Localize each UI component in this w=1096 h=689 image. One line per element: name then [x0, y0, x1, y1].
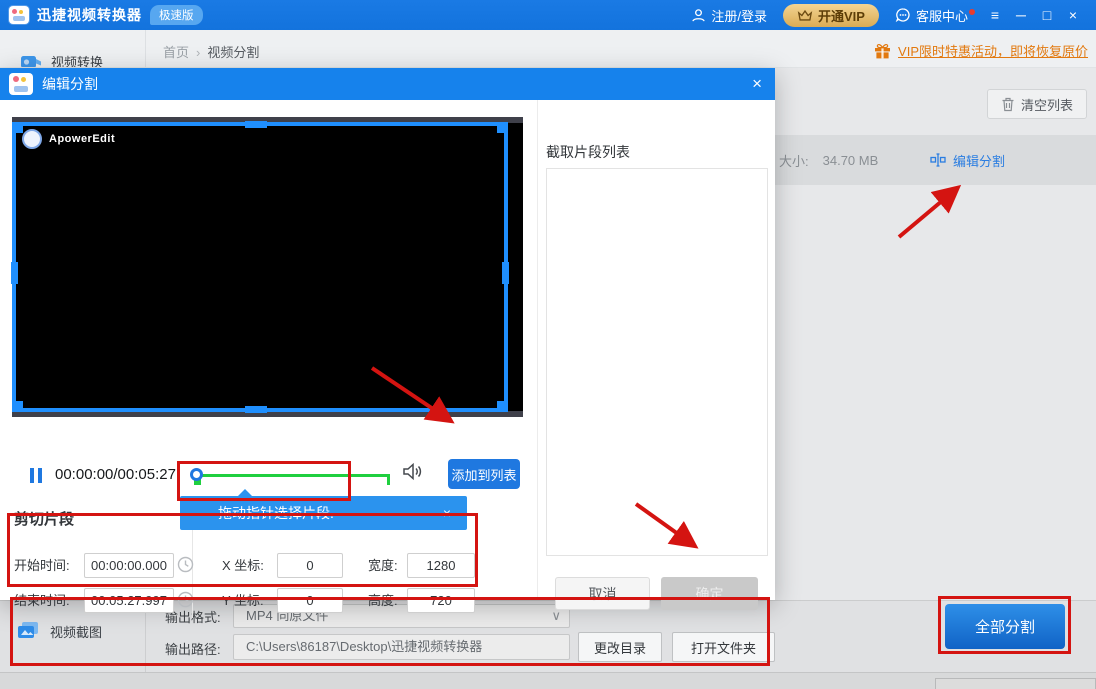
- breadcrumb-home[interactable]: 首页: [163, 45, 189, 60]
- clear-list-label: 清空列表: [1021, 95, 1073, 114]
- end-time-input[interactable]: [84, 588, 174, 613]
- split-icon: [930, 153, 946, 167]
- vip-banner-link[interactable]: VIP限时特惠活动，即将恢复原价: [898, 41, 1088, 60]
- crop-handle-s[interactable]: [245, 406, 267, 413]
- sidebar-item-label: 视频转换: [51, 52, 103, 68]
- y-coord-input[interactable]: [277, 588, 343, 613]
- crop-selection[interactable]: [12, 122, 508, 412]
- height-label: 高度:: [368, 588, 398, 613]
- crop-handle-w[interactable]: [11, 262, 18, 284]
- sidebar-item-label: 视频截图: [50, 622, 102, 641]
- file-size-value: 34.70 MB: [823, 153, 879, 168]
- tooltip-text: 拖动指针选择片段.: [218, 496, 334, 530]
- login-label: 注册/登录: [711, 6, 767, 25]
- crop-handle-sw[interactable]: [12, 401, 23, 412]
- crop-handle-e[interactable]: [502, 262, 509, 284]
- app-title: 迅捷视频转换器: [37, 5, 142, 25]
- height-input[interactable]: [407, 588, 475, 613]
- ok-button[interactable]: 确定: [661, 577, 758, 610]
- video-screenshot-icon: [17, 621, 41, 641]
- tooltip: 拖动指针选择片段. ×: [180, 496, 467, 530]
- x-coord-label: X 坐标:: [222, 553, 264, 578]
- slider-handle[interactable]: [190, 468, 203, 481]
- split-all-button[interactable]: 全部分割: [945, 604, 1065, 649]
- segments-panel-title: 截取片段列表: [546, 142, 630, 162]
- vip-banner[interactable]: VIP限时特惠活动，即将恢复原价: [874, 41, 1088, 60]
- partial-element: [935, 678, 1096, 689]
- width-input[interactable]: [407, 553, 475, 578]
- dialog-close-icon[interactable]: ×: [752, 68, 762, 100]
- open-vip-label: 开通VIP: [818, 6, 865, 25]
- trash-icon: [1001, 97, 1015, 112]
- clock-icon[interactable]: [177, 556, 194, 578]
- width-label: 宽度:: [368, 553, 398, 578]
- segments-list[interactable]: [546, 168, 768, 556]
- cut-section-title: 剪切片段: [14, 508, 74, 529]
- watermark: ApowerEdit: [22, 129, 115, 149]
- output-path-label: 输出路径:: [165, 639, 221, 658]
- watermark-text: ApowerEdit: [49, 133, 115, 145]
- app-logo-icon: [9, 6, 29, 24]
- output-path-field[interactable]: C:\Users\86187\Desktop\迅捷视频转换器: [233, 634, 570, 660]
- time-display: 00:00:00/00:05:27: [55, 466, 176, 483]
- titlebar: 迅捷视频转换器 极速版 注册/登录 开通VIP 客服中心 ≡ ─ □ ×: [0, 0, 1096, 30]
- start-time-input[interactable]: [84, 553, 174, 578]
- breadcrumb-current: 视频分割: [207, 45, 259, 60]
- crop-handle-n[interactable]: [245, 121, 267, 128]
- support-center-button[interactable]: 客服中心: [895, 6, 968, 25]
- breadcrumb-strip: 视频转换 首页 › 视频分割 VIP限时特惠活动，即将恢复原价: [0, 30, 1096, 68]
- open-vip-button[interactable]: 开通VIP: [783, 4, 879, 27]
- version-badge: 极速版: [150, 5, 203, 25]
- notification-dot: [969, 9, 975, 15]
- video-convert-icon: [20, 54, 42, 69]
- tooltip-close-icon[interactable]: ×: [443, 496, 451, 530]
- progress-slider[interactable]: [196, 474, 390, 477]
- clock-icon[interactable]: [177, 591, 194, 613]
- file-size-label: 大小:: [779, 151, 809, 170]
- breadcrumb: 首页 › 视频分割: [163, 42, 259, 61]
- edit-split-label: 编辑分割: [953, 151, 1005, 170]
- pause-button[interactable]: [30, 468, 42, 483]
- y-coord-label: Y 坐标:: [222, 588, 264, 613]
- dialog-logo-icon: [9, 73, 33, 95]
- maximize-icon[interactable]: □: [1034, 0, 1060, 30]
- add-to-list-button[interactable]: 添加到列表: [448, 459, 520, 489]
- panel-divider: [537, 100, 538, 600]
- tooltip-caret: [238, 489, 252, 496]
- x-coord-input[interactable]: [277, 553, 343, 578]
- minimize-icon[interactable]: ─: [1008, 0, 1034, 30]
- clear-list-button[interactable]: 清空列表: [987, 89, 1087, 119]
- dialog-header: 编辑分割 ×: [0, 68, 775, 100]
- person-icon: [691, 8, 706, 23]
- cancel-button[interactable]: 取消: [555, 577, 650, 610]
- film-reel-icon: [22, 129, 42, 149]
- sidebar-item-video-screenshot[interactable]: 视频截图: [17, 621, 102, 641]
- bottom-strip: [0, 672, 1096, 689]
- close-icon[interactable]: ×: [1060, 0, 1086, 30]
- gift-icon: [874, 43, 891, 59]
- support-label: 客服中心: [916, 6, 968, 25]
- dialog-body: ApowerEdit 00:00:00/00:05:27 添加到列表 剪切片段 …: [0, 100, 775, 600]
- start-time-label: 开始时间:: [14, 553, 70, 578]
- file-row[interactable]: 大小: 34.70 MB 编辑分割: [775, 135, 1096, 185]
- menu-icon[interactable]: ≡: [982, 0, 1008, 30]
- dialog-title: 编辑分割: [42, 74, 98, 94]
- open-folder-button[interactable]: 打开文件夹: [672, 632, 775, 662]
- slider-end-marker: [387, 474, 390, 485]
- chat-bubble-icon: [895, 7, 911, 23]
- video-preview[interactable]: ApowerEdit: [12, 117, 523, 417]
- edit-split-link[interactable]: 编辑分割: [930, 151, 1005, 170]
- crop-handle-ne[interactable]: [497, 122, 508, 133]
- crop-handle-se[interactable]: [497, 401, 508, 412]
- crown-icon: [797, 9, 813, 22]
- edit-split-dialog: 编辑分割 × ApowerEdit 00:00:00/0: [0, 68, 775, 600]
- end-time-label: 结束时间:: [14, 588, 70, 613]
- sidebar-divider: [145, 30, 146, 68]
- change-directory-button[interactable]: 更改目录: [578, 632, 662, 662]
- breadcrumb-separator: ›: [196, 45, 200, 60]
- file-list-panel: 清空列表 大小: 34.70 MB 编辑分割: [775, 68, 1096, 600]
- sidebar-item-video-convert[interactable]: 视频转换: [20, 52, 103, 68]
- login-button[interactable]: 注册/登录: [691, 6, 767, 25]
- volume-icon[interactable]: [402, 462, 422, 486]
